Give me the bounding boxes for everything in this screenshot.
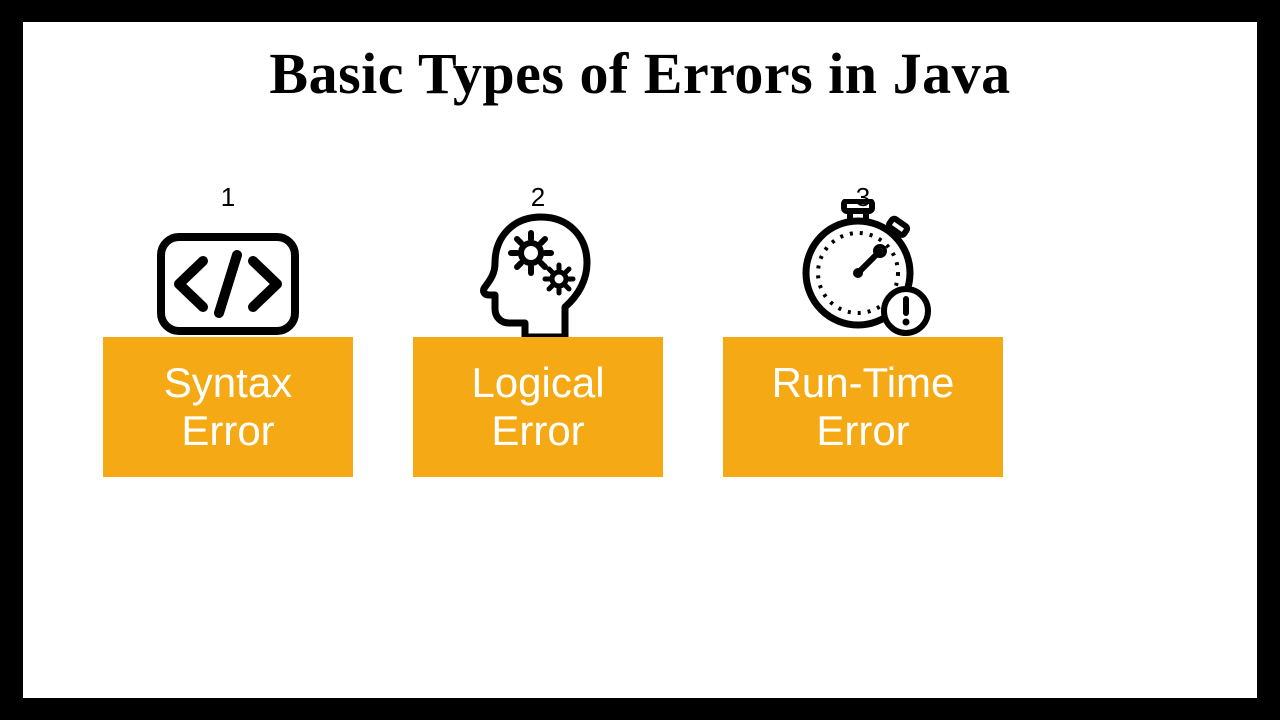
- cards-row: 1 Syntax Error 2: [103, 182, 1003, 477]
- card-label-line1: Run-Time: [772, 359, 955, 407]
- slide-canvas: Basic Types of Errors in Java 1 Syntax E…: [23, 22, 1257, 698]
- stopwatch-alert-icon: [788, 219, 938, 339]
- card-label-line2: Error: [491, 407, 584, 455]
- card-runtime-error: 3: [723, 182, 1003, 477]
- code-tag-icon: [153, 219, 303, 339]
- card-label-line1: Syntax: [164, 359, 292, 407]
- card-label-line1: Logical: [471, 359, 604, 407]
- card-number: 1: [221, 182, 235, 213]
- card-label-box: Run-Time Error: [723, 337, 1003, 477]
- card-label-line2: Error: [816, 407, 909, 455]
- card-logical-error: 2: [413, 182, 663, 477]
- card-label-box: Logical Error: [413, 337, 663, 477]
- slide-title: Basic Types of Errors in Java: [23, 40, 1257, 107]
- card-label-box: Syntax Error: [103, 337, 353, 477]
- card-label-line2: Error: [181, 407, 274, 455]
- head-gears-icon: [473, 219, 603, 339]
- card-syntax-error: 1 Syntax Error: [103, 182, 353, 477]
